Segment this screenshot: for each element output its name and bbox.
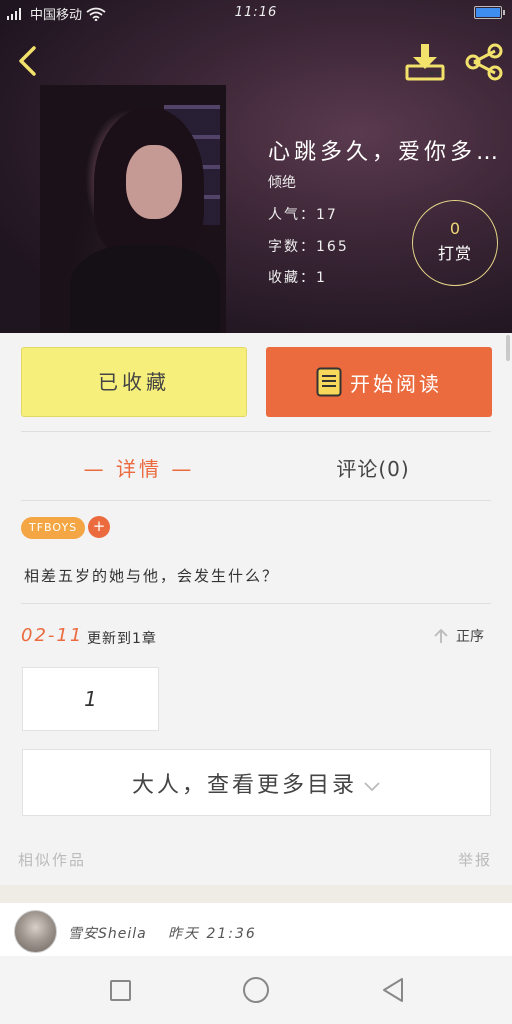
divider <box>21 603 491 604</box>
similar-works-label: 相似作品 <box>18 851 87 869</box>
status-bar: 中国移动 11:16 <box>0 0 512 26</box>
system-nav-bar <box>0 956 512 1024</box>
tip-label: 打赏 <box>437 244 472 263</box>
tip-count: 0 <box>449 219 461 238</box>
favorited-button[interactable]: 已收藏 <box>21 347 247 417</box>
more-catalog-label: 大人，查看更多目录 <box>131 772 357 798</box>
add-tag-button[interactable]: + <box>88 516 110 538</box>
report-button[interactable]: 举报 <box>458 849 492 870</box>
book-header: 中国移动 11:16 心跳多久，爱你多… 倾绝 人气：17 字数：165 收藏：… <box>0 0 512 333</box>
divider <box>21 500 491 501</box>
tag-chip[interactable]: TFBOYS <box>21 517 86 539</box>
status-time: 11:16 <box>234 5 278 20</box>
section-separator <box>0 885 512 903</box>
download-icon[interactable] <box>404 42 446 82</box>
update-text: 更新到1章 <box>87 631 157 647</box>
tab-detail[interactable]: — 详情 — <box>78 453 200 482</box>
book-popularity: 人气：17 <box>268 207 338 223</box>
book-cover-image[interactable] <box>40 85 226 333</box>
chevron-down-icon <box>364 781 380 791</box>
comment-item[interactable]: 雪安Sheila 昨天 21:36 <box>0 903 512 956</box>
start-reading-label: 开始阅读 <box>350 371 442 396</box>
book-author[interactable]: 倾绝 <box>268 172 296 192</box>
book-favorites: 收藏：1 <box>268 270 327 286</box>
battery-icon <box>474 6 505 19</box>
update-date: 02-11 <box>21 625 84 646</box>
home-icon[interactable] <box>243 977 269 1003</box>
sort-order-label: 正序 <box>456 629 484 645</box>
chapter-item[interactable]: 1 <box>22 667 159 731</box>
book-title: 心跳多久，爱你多… <box>268 140 503 165</box>
share-icon[interactable] <box>462 42 506 82</box>
book-detail-content: 已收藏 开始阅读 — 详情 — 评论(0) TFBOYS + 相差五岁的她与他，… <box>0 333 512 891</box>
book-description: 相差五岁的她与他，会发生什么？ <box>24 567 280 585</box>
start-reading-button[interactable]: 开始阅读 <box>266 347 492 417</box>
book-word-count: 字数：165 <box>268 239 349 255</box>
divider <box>21 431 491 432</box>
scrollbar[interactable] <box>506 335 510 361</box>
comment-time: 昨天 21:36 <box>168 926 257 942</box>
arrow-up-icon <box>434 628 448 643</box>
tip-button[interactable]: 0 打赏 <box>412 200 498 286</box>
sort-order-button[interactable]: 正序 <box>432 626 484 646</box>
more-catalog-button[interactable]: 大人，查看更多目录 <box>22 749 491 816</box>
back-arrow-icon[interactable] <box>12 44 46 78</box>
tab-comments[interactable]: 评论(0) <box>318 453 428 482</box>
recent-apps-icon[interactable] <box>110 980 131 1001</box>
comment-username[interactable]: 雪安Sheila <box>68 923 147 943</box>
book-icon <box>316 367 342 397</box>
nav-back-icon[interactable] <box>380 976 406 1004</box>
avatar[interactable] <box>14 910 57 953</box>
